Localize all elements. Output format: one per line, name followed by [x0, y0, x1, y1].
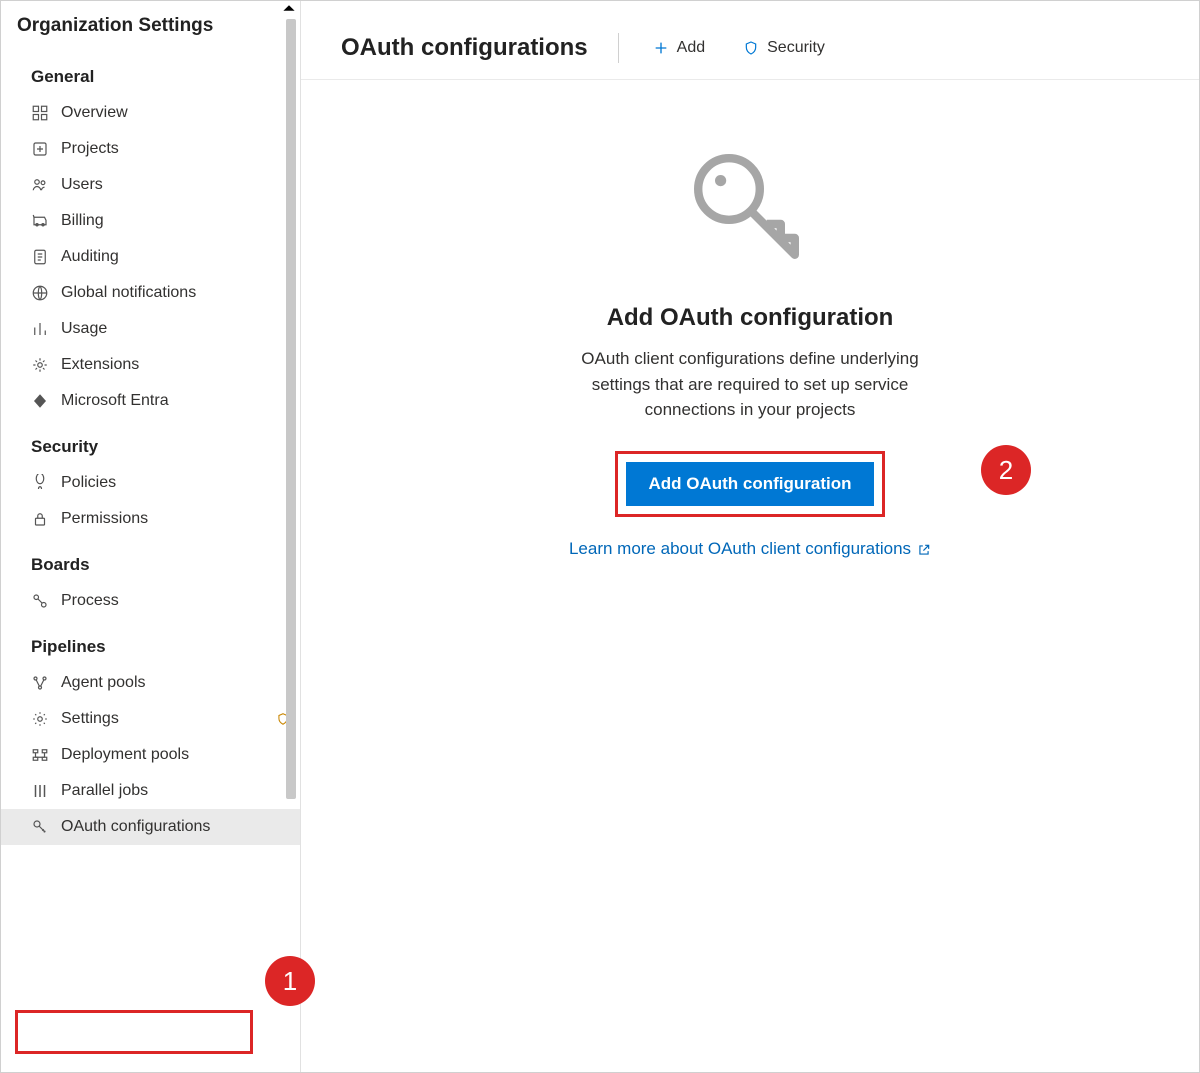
sidebar-item-label: Settings — [61, 710, 270, 728]
lock-icon — [31, 510, 49, 528]
sidebar-item-agent-pools[interactable]: Agent pools — [1, 665, 300, 701]
deployment-pools-icon — [31, 746, 49, 764]
sidebar-item-process[interactable]: Process — [1, 583, 300, 619]
overview-icon — [31, 104, 49, 122]
parallel-jobs-icon — [31, 782, 49, 800]
sidebar-item-usage[interactable]: Usage — [1, 311, 300, 347]
empty-state: Add OAuth configuration OAuth client con… — [301, 80, 1199, 559]
section-header-general: General — [1, 49, 300, 95]
sidebar-item-oauth-configurations[interactable]: OAuth configurations — [1, 809, 300, 845]
entra-icon — [31, 392, 49, 410]
callout-highlight-2: Add OAuth configuration — [615, 451, 884, 517]
sidebar-item-permissions[interactable]: Permissions — [1, 501, 300, 537]
section-header-security: Security — [1, 419, 300, 465]
users-icon — [31, 176, 49, 194]
sidebar-item-label: Permissions — [61, 510, 290, 528]
sidebar-item-billing[interactable]: Billing — [1, 203, 300, 239]
policies-icon — [31, 474, 49, 492]
sidebar-item-deployment-pools[interactable]: Deployment pools — [1, 737, 300, 773]
key-icon — [31, 818, 49, 836]
callout-badge-2: 2 — [981, 445, 1031, 495]
billing-icon — [31, 212, 49, 230]
sidebar-item-overview[interactable]: Overview — [1, 95, 300, 131]
header-separator — [618, 33, 619, 63]
cmd-label: Security — [767, 39, 825, 57]
sidebar-item-label: Process — [61, 592, 290, 610]
sidebar-item-label: Projects — [61, 140, 290, 158]
sidebar-item-pipeline-settings[interactable]: Settings — [1, 701, 300, 737]
sidebar-title: Organization Settings — [1, 1, 300, 49]
sidebar-item-label: Usage — [61, 320, 290, 338]
sidebar-item-label: Agent pools — [61, 674, 290, 692]
sidebar-item-policies[interactable]: Policies — [1, 465, 300, 501]
add-oauth-configuration-button[interactable]: Add OAuth configuration — [626, 462, 873, 506]
projects-icon — [31, 140, 49, 158]
sidebar-item-label: OAuth configurations — [61, 818, 290, 836]
sidebar-item-label: Billing — [61, 212, 290, 230]
sidebar-item-label: Policies — [61, 474, 290, 492]
sidebar-item-users[interactable]: Users — [1, 167, 300, 203]
sidebar-item-label: Parallel jobs — [61, 782, 290, 800]
sidebar-item-projects[interactable]: Projects — [1, 131, 300, 167]
sidebar-scrollbar[interactable] — [286, 19, 296, 1072]
learn-more-link[interactable]: Learn more about OAuth client configurat… — [569, 539, 931, 559]
sidebar-item-label: Users — [61, 176, 290, 194]
plus-icon — [653, 40, 669, 56]
add-button[interactable]: Add — [639, 33, 719, 63]
key-illustration-icon — [680, 140, 820, 280]
page-title: OAuth configurations — [341, 34, 588, 62]
shield-icon — [743, 40, 759, 56]
globe-icon — [31, 284, 49, 302]
usage-icon — [31, 320, 49, 338]
sidebar-item-microsoft-entra[interactable]: Microsoft Entra — [1, 383, 300, 419]
sidebar-item-extensions[interactable]: Extensions — [1, 347, 300, 383]
external-link-icon — [917, 542, 931, 556]
security-button[interactable]: Security — [729, 33, 839, 63]
auditing-icon — [31, 248, 49, 266]
sidebar-item-parallel-jobs[interactable]: Parallel jobs — [1, 773, 300, 809]
empty-heading: Add OAuth configuration — [607, 304, 894, 332]
sidebar-item-label: Deployment pools — [61, 746, 290, 764]
cmd-label: Add — [677, 39, 705, 57]
sidebar-item-label: Microsoft Entra — [61, 392, 290, 410]
agent-pools-icon — [31, 674, 49, 692]
gear-icon — [31, 710, 49, 728]
empty-description: OAuth client configurations define under… — [580, 346, 920, 423]
learn-more-label: Learn more about OAuth client configurat… — [569, 539, 911, 559]
section-header-pipelines: Pipelines — [1, 619, 300, 665]
section-header-boards: Boards — [1, 537, 300, 583]
page-header: OAuth configurations Add Security — [301, 1, 1199, 80]
sidebar-item-label: Extensions — [61, 356, 290, 374]
sidebar-item-label: Overview — [61, 104, 290, 122]
sidebar-item-global-notifications[interactable]: Global notifications — [1, 275, 300, 311]
scrollbar-thumb[interactable] — [286, 19, 296, 799]
process-icon — [31, 592, 49, 610]
extensions-icon — [31, 356, 49, 374]
sidebar-item-label: Auditing — [61, 248, 290, 266]
sidebar-item-auditing[interactable]: Auditing — [1, 239, 300, 275]
sidebar-item-label: Global notifications — [61, 284, 290, 302]
scroll-up-icon[interactable] — [282, 1, 296, 15]
callout-badge-1: 1 — [265, 956, 315, 1006]
